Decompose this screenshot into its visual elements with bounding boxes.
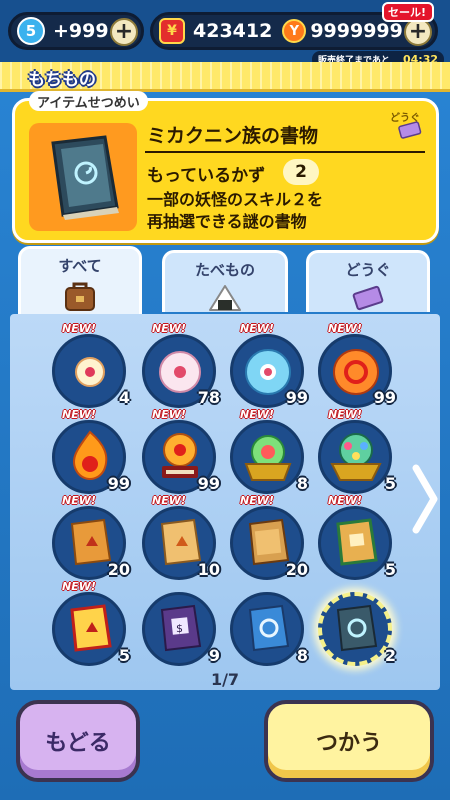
item-name: ミカクニン族の書物: [147, 125, 319, 147]
book-purple-icon: $: [160, 604, 202, 652]
new-badge: NEW!: [62, 580, 96, 593]
tab-all-label: すべて: [58, 257, 102, 275]
item-slot[interactable]: NEW! 5: [50, 580, 130, 666]
tab-tools[interactable]: どうぐ: [306, 250, 430, 312]
gem-count: +999: [53, 20, 109, 42]
new-badge: NEW!: [328, 408, 362, 421]
item-name-divider: [145, 151, 425, 153]
add-gems-button[interactable]: +: [110, 18, 138, 46]
page-title: もちもの: [28, 70, 96, 90]
book-mystery-icon: [336, 604, 378, 652]
book-gold-red-icon: [70, 604, 112, 652]
item-slot[interactable]: NEW! 10: [140, 494, 220, 580]
mystery-book-icon: [51, 135, 119, 220]
gem-counter: 5 +999 +: [8, 12, 144, 50]
app-screen: 5 +999 + ¥ 423412 Y 9999999 + セール! 販売終了ま…: [0, 0, 450, 800]
item-slot[interactable]: NEW! 5: [316, 408, 396, 494]
money-count: 423412: [193, 20, 273, 42]
item-slot[interactable]: 2: [316, 580, 396, 666]
item-slot[interactable]: $9: [140, 580, 220, 666]
selected-item-thumbnail: [29, 123, 137, 231]
rainbow-orb-gold-icon: [244, 435, 292, 481]
item-slot[interactable]: NEW! 4: [50, 322, 130, 408]
new-badge: NEW!: [240, 494, 274, 507]
ticket-icon: [398, 121, 422, 145]
item-quantity: 5: [118, 646, 130, 665]
new-badge: NEW!: [328, 494, 362, 507]
item-slot[interactable]: NEW! 99: [228, 322, 308, 408]
book-green-icon: [336, 518, 378, 566]
new-badge: NEW!: [240, 408, 274, 421]
item-slot[interactable]: NEW! 5: [316, 494, 396, 580]
tab-food[interactable]: たべもの: [162, 250, 288, 312]
new-badge: NEW!: [240, 322, 274, 335]
jewel-orb-gold-icon: [330, 433, 382, 481]
use-button[interactable]: つかう: [264, 700, 434, 782]
item-quantity: 5: [384, 560, 396, 579]
item-slot[interactable]: NEW! 20: [228, 494, 308, 580]
item-quantity: 8: [296, 646, 308, 665]
tab-food-label: たべもの: [194, 261, 255, 279]
page-header: もちもの: [0, 62, 450, 92]
item-description-line: 再抽選できる謎の書物: [147, 212, 307, 231]
item-slot[interactable]: NEW! 99: [50, 408, 130, 494]
page-indicator: 1/7: [210, 670, 240, 689]
item-quantity: 99: [373, 388, 396, 407]
onigiri-icon: [165, 284, 285, 312]
item-quantity: 2: [384, 646, 396, 665]
new-badge: NEW!: [328, 322, 362, 335]
item-quantity: 99: [107, 474, 130, 493]
item-description: 一部の妖怪のスキル２を 再抽選できる謎の書物: [147, 189, 323, 233]
item-grid: NEW! 4 NEW! 78 NEW! 99 NEW! 99 NEW! 99 NEW! 99 NEW! 8…: [10, 314, 440, 690]
item-slot[interactable]: NEW! 20: [50, 494, 130, 580]
coin-icon: Y: [282, 19, 307, 43]
item-quantity: 20: [285, 560, 308, 579]
status-bar: 5 +999 + ¥ 423412 Y 9999999 + セール! 販売終了ま…: [0, 0, 450, 70]
svg-text:$: $: [176, 622, 183, 635]
sale-badge[interactable]: セール!: [382, 2, 435, 22]
info-panel-label: アイテムせつめい: [29, 91, 148, 111]
bag-icon: [21, 280, 139, 312]
item-slot[interactable]: NEW! 78: [140, 322, 220, 408]
owned-count-value: 2: [283, 159, 319, 185]
item-info-panel: アイテムせつめい どうぐ ミカクニン族の書物 もっているかず 2 一部の妖怪のス…: [12, 91, 439, 243]
new-badge: NEW!: [62, 408, 96, 421]
new-badge: NEW!: [62, 494, 96, 507]
item-description-line: 一部の妖怪のスキル２を: [147, 190, 324, 209]
item-slot[interactable]: 8: [228, 580, 308, 666]
item-quantity: 99: [197, 474, 220, 493]
coin-count: 9999999: [310, 20, 403, 42]
item-quantity: 10: [197, 560, 220, 579]
chevron-right-icon: [412, 464, 438, 534]
item-quantity: 8: [296, 474, 308, 493]
tab-all[interactable]: すべて: [18, 246, 142, 316]
ticket-icon: [309, 284, 427, 314]
item-slot[interactable]: NEW! 8: [228, 408, 308, 494]
book-blue-icon: [248, 604, 290, 652]
owned-count-label: もっているかず: [147, 166, 266, 186]
item-quantity: 4: [118, 388, 130, 407]
back-button[interactable]: もどる: [16, 700, 140, 782]
new-badge: NEW!: [152, 322, 186, 335]
new-badge: NEW!: [152, 408, 186, 421]
next-page-arrow[interactable]: [410, 462, 440, 536]
item-quantity: 20: [107, 560, 130, 579]
level-badge: 5: [17, 17, 45, 45]
money-icon: ¥: [159, 18, 185, 44]
orb-small-pink-icon: [75, 357, 105, 387]
add-coins-button[interactable]: +: [404, 18, 432, 46]
item-slot[interactable]: NEW! 99: [140, 408, 220, 494]
tab-tools-label: どうぐ: [345, 261, 391, 279]
new-badge: NEW!: [62, 322, 96, 335]
item-quantity: 9: [208, 646, 220, 665]
item-quantity: 5: [384, 474, 396, 493]
sale-label: セール!: [388, 6, 427, 19]
item-slot[interactable]: NEW! 99: [316, 322, 396, 408]
new-badge: NEW!: [152, 494, 186, 507]
item-quantity: 78: [197, 388, 220, 407]
item-quantity: 99: [285, 388, 308, 407]
